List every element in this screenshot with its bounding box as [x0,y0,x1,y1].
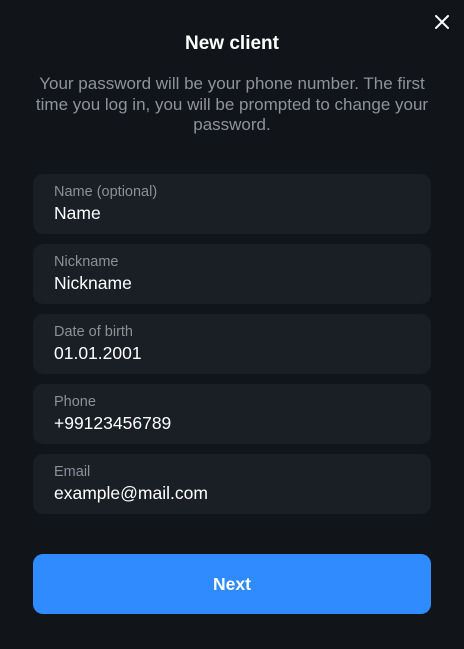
date-of-birth-field-label: Date of birth [54,324,133,340]
nickname-field[interactable]: Nickname [33,244,431,304]
name-field-label: Name (optional) [54,184,158,200]
email-field-label: Email [54,464,91,480]
date-of-birth-field[interactable]: Date of birth [33,314,431,374]
email-input[interactable] [54,483,411,504]
phone-field[interactable]: Phone [33,384,431,444]
nickname-input[interactable] [54,273,411,294]
nickname-field-label: Nickname [54,254,119,270]
dialog-title: New client [185,33,279,54]
phone-input[interactable] [54,413,411,434]
close-button[interactable] [432,12,452,32]
next-button[interactable]: Next [33,554,431,614]
name-input[interactable] [54,203,411,224]
close-icon [435,15,449,29]
phone-field-label: Phone [54,394,96,410]
date-of-birth-input[interactable] [54,343,411,364]
dialog-subtitle: Your password will be your phone number.… [35,74,429,134]
new-client-dialog: New client Your password will be your ph… [0,0,464,649]
email-field[interactable]: Email [33,454,431,514]
name-field[interactable]: Name (optional) [33,174,431,234]
